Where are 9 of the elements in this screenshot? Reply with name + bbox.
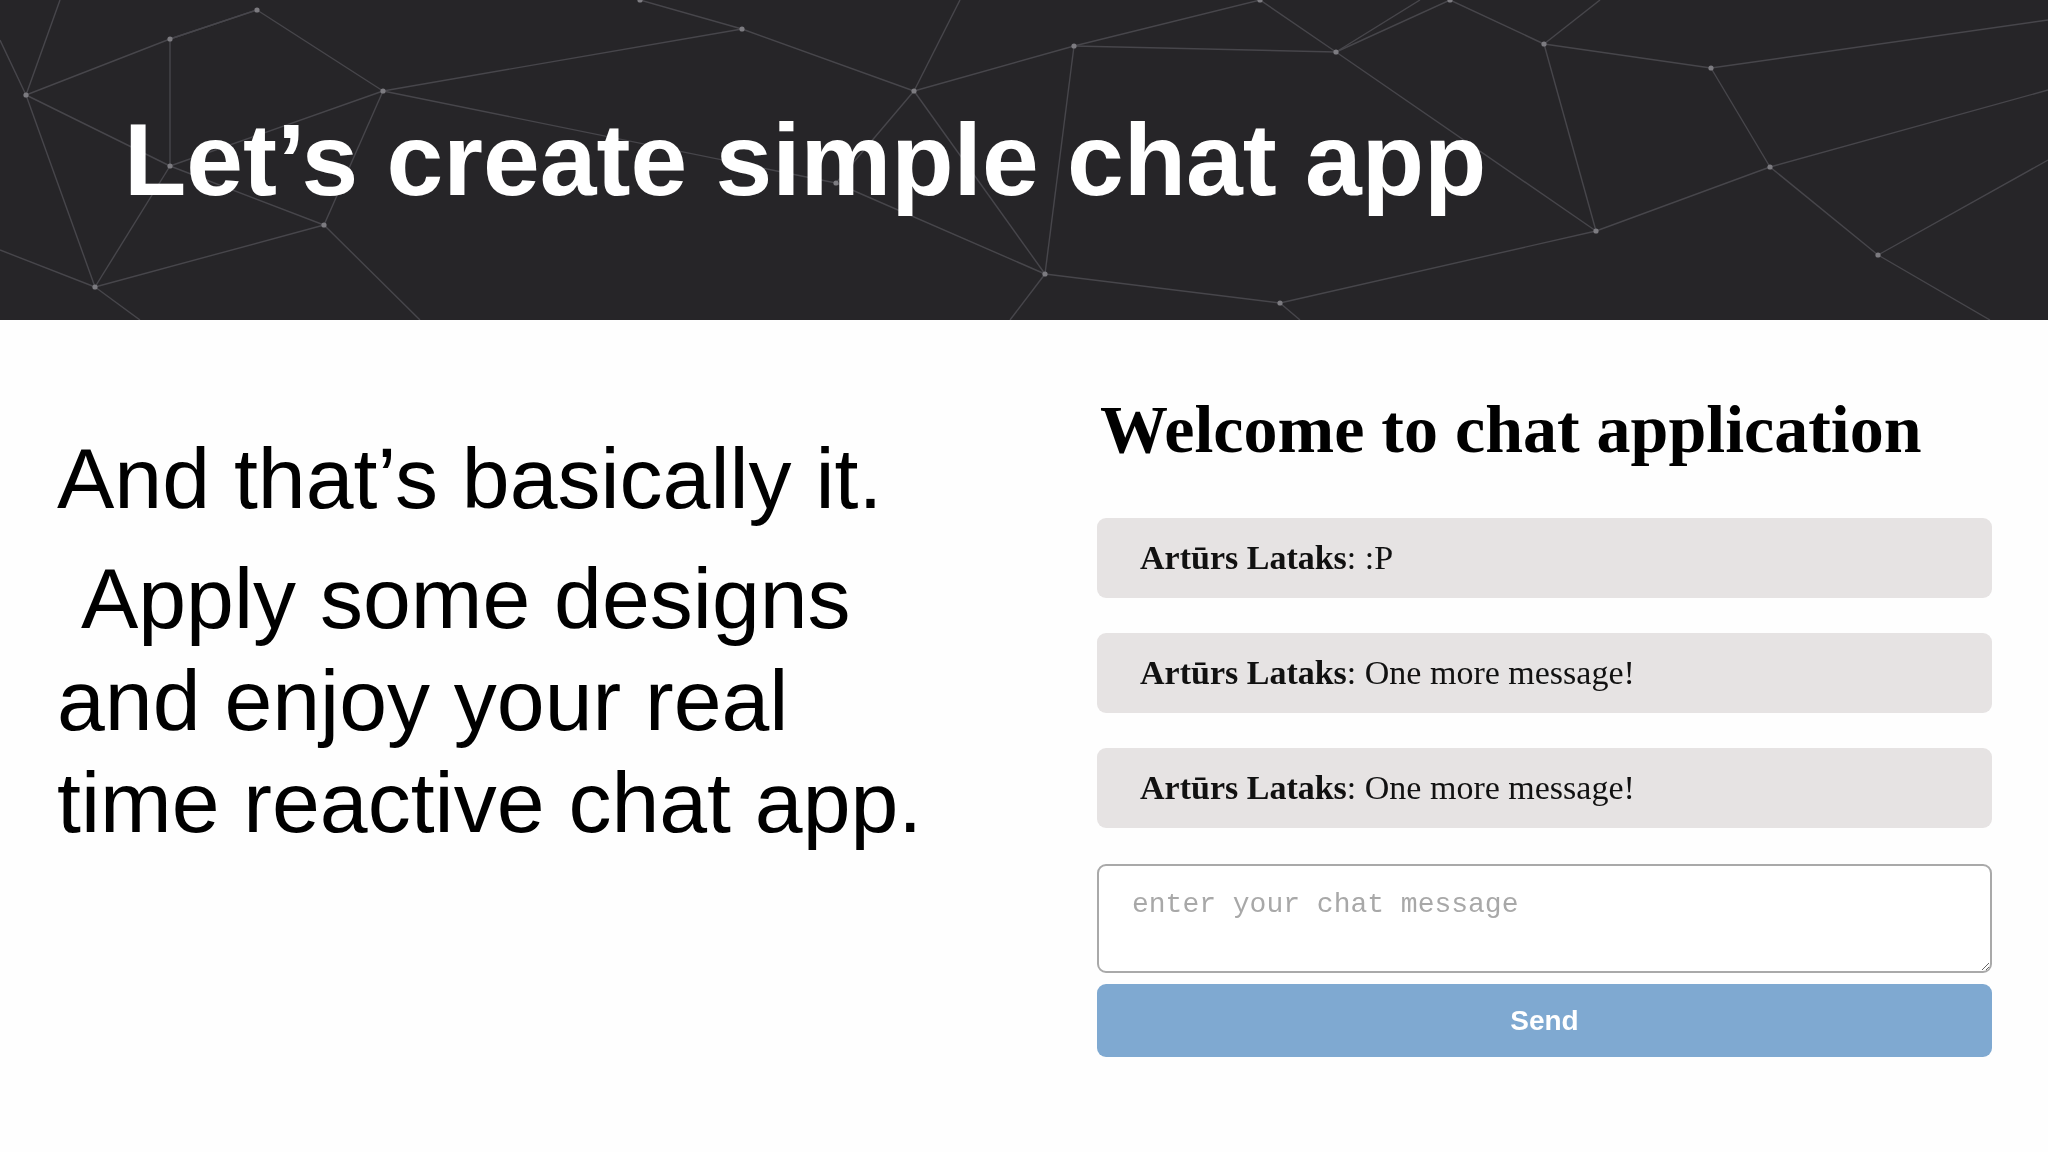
- slide-title: Let’s create simple chat app: [124, 102, 1487, 219]
- chat-heading: Welcome to chat application: [1100, 390, 1922, 468]
- send-button[interactable]: Send: [1097, 984, 1992, 1057]
- chat-message: Artūrs Lataks: :P: [1097, 518, 1992, 598]
- chat-message: Artūrs Lataks: One more message!: [1097, 633, 1992, 713]
- message-input[interactable]: enter your chat message: [1097, 864, 1992, 973]
- slide-paragraph: And that’s basically it.: [57, 429, 884, 528]
- slide-paragraph: Apply some designs and enjoy your real time reactive chat app.: [57, 549, 924, 852]
- chat-message: Artūrs Lataks: One more message!: [1097, 748, 1992, 828]
